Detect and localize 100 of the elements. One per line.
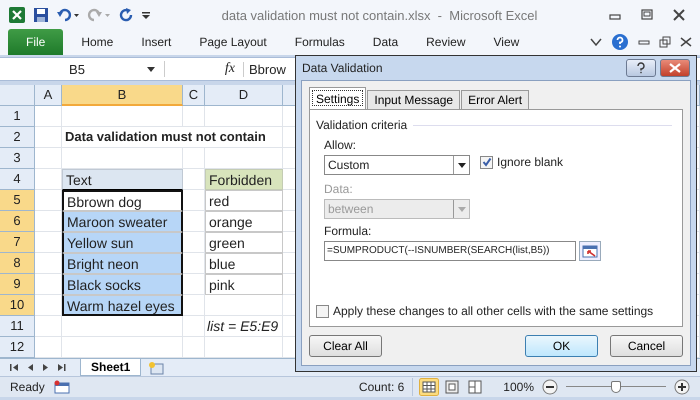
restore-icon[interactable] bbox=[659, 36, 671, 48]
row-header[interactable]: 10 bbox=[0, 295, 35, 316]
ribbon-tab[interactable]: Page Layout bbox=[185, 35, 281, 55]
zoom-slider[interactable] bbox=[566, 380, 666, 394]
sheet-tab[interactable]: Sheet1 bbox=[80, 359, 142, 376]
row-header[interactable]: 6 bbox=[0, 211, 35, 232]
column-header[interactable]: C bbox=[183, 85, 205, 106]
dialog-tab[interactable]: Error Alert bbox=[461, 90, 530, 109]
help-button[interactable] bbox=[626, 59, 656, 77]
collapse-ribbon-icon[interactable] bbox=[590, 37, 602, 47]
sheet-cell[interactable]: Maroon sweater bbox=[62, 211, 183, 232]
insert-sheet-icon[interactable] bbox=[147, 360, 166, 374]
sheet-cell[interactable] bbox=[183, 211, 205, 232]
dialog-button[interactable]: Clear All bbox=[309, 335, 382, 357]
column-header[interactable]: A bbox=[35, 85, 62, 106]
row-header[interactable]: 7 bbox=[0, 232, 35, 253]
restore-icon[interactable] bbox=[640, 9, 654, 21]
ok-button[interactable]: OK bbox=[525, 335, 598, 357]
sheet-cell[interactable]: green bbox=[205, 232, 283, 253]
sheet-cell[interactable]: blue bbox=[205, 253, 283, 274]
next-sheet-icon[interactable] bbox=[42, 363, 49, 372]
normal-view-icon[interactable] bbox=[419, 378, 440, 396]
row-header[interactable]: 3 bbox=[0, 148, 35, 169]
ribbon-tab[interactable]: Review bbox=[412, 35, 480, 55]
column-header[interactable]: D bbox=[205, 85, 283, 106]
row-header[interactable]: 9 bbox=[0, 274, 35, 295]
ribbon-tab[interactable]: Data bbox=[358, 35, 412, 55]
sheet-cell[interactable]: Black socks bbox=[62, 274, 183, 295]
sheet-cell[interactable]: Bright neon bbox=[62, 253, 183, 274]
row-header[interactable]: 4 bbox=[0, 169, 35, 190]
sheet-cell[interactable] bbox=[183, 295, 205, 316]
zoom-level[interactable]: 100% bbox=[503, 380, 534, 394]
allow-dropdown[interactable]: Custom bbox=[324, 155, 470, 175]
undo-icon[interactable] bbox=[56, 7, 80, 23]
name-box[interactable]: B5 bbox=[8, 62, 146, 76]
sheet-cell[interactable]: list = E5:E9 bbox=[205, 316, 283, 337]
previous-sheet-icon[interactable] bbox=[27, 363, 34, 372]
dialog-button[interactable]: Cancel bbox=[610, 335, 683, 357]
zoom-out-icon[interactable] bbox=[542, 379, 558, 395]
row-header[interactable]: 12 bbox=[0, 337, 35, 358]
ribbon-tab[interactable]: Insert bbox=[127, 35, 186, 55]
sheet-cell[interactable] bbox=[62, 106, 183, 127]
excel-logo-icon[interactable] bbox=[8, 6, 26, 24]
sheet-cell[interactable] bbox=[35, 106, 62, 127]
formula-field[interactable]: =SUMPRODUCT(--ISNUMBER(SEARCH(list,B5)) bbox=[324, 241, 576, 261]
save-icon[interactable] bbox=[33, 7, 49, 23]
sheet-cell[interactable] bbox=[183, 190, 205, 211]
sheet-cell[interactable] bbox=[183, 316, 205, 337]
column-header[interactable]: B bbox=[62, 85, 183, 106]
sheet-cell[interactable]: orange bbox=[205, 211, 283, 232]
ribbon-tab[interactable]: Formulas bbox=[280, 35, 359, 55]
close-button[interactable] bbox=[660, 59, 690, 77]
close-icon[interactable] bbox=[680, 37, 692, 47]
row-header[interactable]: 1 bbox=[0, 106, 35, 127]
sheet-cell[interactable] bbox=[35, 127, 62, 148]
sheet-cell[interactable]: red bbox=[205, 190, 283, 211]
dialog-title: Data Validation bbox=[302, 61, 384, 75]
close-icon[interactable] bbox=[672, 9, 686, 21]
dropdown-arrow-icon bbox=[458, 162, 466, 168]
redo-icon[interactable] bbox=[87, 7, 111, 23]
sheet-cell[interactable] bbox=[35, 148, 62, 169]
refresh-icon[interactable] bbox=[118, 7, 134, 23]
sheet-cell[interactable] bbox=[183, 274, 205, 295]
dialog-tab[interactable]: Input Message bbox=[367, 90, 460, 109]
sheet-cell[interactable] bbox=[183, 148, 205, 169]
sheet-cell[interactable] bbox=[183, 232, 205, 253]
row-header[interactable]: 5 bbox=[0, 190, 35, 211]
sheet-cell[interactable] bbox=[35, 316, 62, 337]
ribbon-tab[interactable]: Home bbox=[67, 35, 128, 55]
row-header[interactable]: 11 bbox=[0, 316, 35, 337]
ribbon-tab[interactable]: View bbox=[480, 35, 534, 55]
first-sheet-icon[interactable] bbox=[10, 363, 19, 372]
sheet-cell[interactable] bbox=[183, 253, 205, 274]
help-icon[interactable] bbox=[611, 33, 629, 51]
zoom-in-icon[interactable] bbox=[674, 379, 690, 395]
sheet-cell[interactable]: Warm hazel eyes bbox=[62, 295, 183, 316]
formula-input[interactable]: Bbrow bbox=[243, 62, 288, 76]
dropdown-arrow-icon[interactable] bbox=[146, 65, 156, 73]
row-header[interactable]: 2 bbox=[0, 127, 35, 148]
apply-all-checkbox[interactable]: Apply these changes to all other cells with the same settings bbox=[316, 304, 672, 318]
insert-function-button[interactable]: fx bbox=[224, 61, 235, 77]
select-all-corner[interactable] bbox=[0, 85, 35, 106]
sheet-cell[interactable] bbox=[62, 316, 183, 337]
sheet-cell[interactable] bbox=[205, 295, 283, 316]
range-select-button[interactable] bbox=[579, 241, 601, 261]
zoom-slider-thumb[interactable] bbox=[611, 381, 621, 393]
last-sheet-icon[interactable] bbox=[57, 363, 66, 372]
sheet-cell[interactable]: pink bbox=[205, 274, 283, 295]
macro-recording-icon[interactable] bbox=[52, 380, 71, 394]
sheet-cell[interactable]: Yellow sun bbox=[62, 232, 183, 253]
sheet-cell[interactable]: Forbidden bbox=[205, 169, 283, 190]
sheet-cell[interactable] bbox=[183, 106, 205, 127]
ignore-blank-checkbox[interactable]: Ignore blank bbox=[480, 155, 564, 169]
sheet-cell[interactable]: Text bbox=[62, 169, 183, 190]
close-icon bbox=[669, 63, 681, 73]
sheet-cell[interactable]: Bbrown dog bbox=[62, 190, 183, 211]
dialog-tab[interactable]: Settings bbox=[309, 87, 366, 109]
sheet-cell[interactable] bbox=[205, 106, 283, 127]
row-header[interactable]: 8 bbox=[0, 253, 35, 274]
sheet-cell[interactable]: Data validation must not contain bbox=[62, 127, 283, 148]
